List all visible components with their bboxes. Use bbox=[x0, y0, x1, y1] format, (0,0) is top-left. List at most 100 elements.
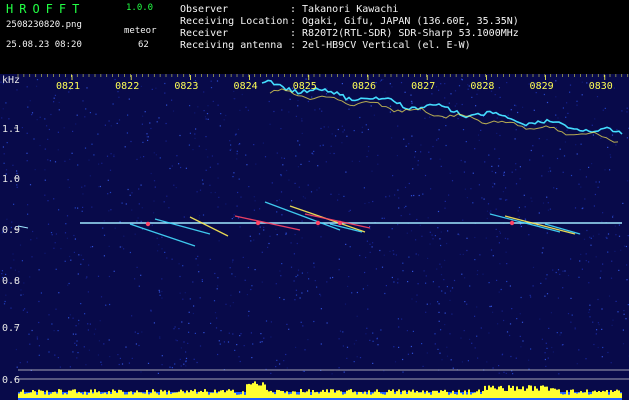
noise-dot bbox=[398, 207, 400, 209]
noise-dot bbox=[498, 158, 500, 160]
noise-dot bbox=[540, 282, 542, 284]
spectrum-bar bbox=[228, 389, 230, 398]
noise-dot bbox=[255, 163, 257, 165]
noise-dot bbox=[89, 323, 91, 325]
spectrum-bar bbox=[396, 391, 398, 398]
noise-dot bbox=[159, 336, 161, 338]
spectrum-bar bbox=[488, 385, 490, 398]
spectrum-bar bbox=[80, 393, 82, 398]
spectrum-bar bbox=[554, 388, 556, 398]
noise-dot bbox=[353, 343, 355, 345]
noise-dot bbox=[579, 260, 581, 262]
noise-dot bbox=[123, 248, 125, 250]
noise-dot bbox=[261, 281, 263, 283]
noise-dot bbox=[592, 321, 594, 323]
noise-dot bbox=[441, 290, 443, 292]
noise-dot bbox=[98, 163, 100, 165]
noise-dot bbox=[367, 308, 369, 310]
noise-dot bbox=[591, 124, 593, 126]
noise-dot bbox=[397, 278, 399, 280]
noise-dot bbox=[71, 152, 73, 154]
noise-dot bbox=[3, 153, 5, 155]
noise-dot bbox=[203, 91, 205, 93]
noise-dot bbox=[356, 356, 358, 358]
noise-dot bbox=[210, 192, 212, 194]
noise-dot bbox=[26, 361, 28, 363]
noise-dot bbox=[574, 328, 576, 330]
noise-dot bbox=[555, 80, 557, 82]
spectrum-bar bbox=[82, 394, 84, 398]
spectrum-bar bbox=[124, 394, 126, 398]
noise-dot bbox=[417, 254, 420, 256]
spectrum-bar bbox=[308, 389, 310, 398]
noise-dot bbox=[345, 171, 347, 173]
noise-dot bbox=[204, 116, 207, 118]
noise-dot bbox=[438, 303, 440, 305]
axis-ticks bbox=[14, 74, 629, 380]
spectrum-bar bbox=[328, 392, 330, 398]
noise-dot bbox=[426, 303, 428, 305]
noise-dot bbox=[511, 171, 513, 173]
noise-dot bbox=[317, 165, 319, 167]
noise-dot bbox=[77, 352, 79, 354]
noise-dot bbox=[246, 164, 248, 166]
noise-dot bbox=[263, 226, 265, 228]
noise-dot bbox=[528, 359, 530, 361]
noise-dot bbox=[384, 292, 386, 295]
noise-dot bbox=[51, 323, 53, 325]
noise-dot bbox=[237, 128, 239, 130]
noise-dot bbox=[161, 236, 163, 238]
noise-dot bbox=[464, 301, 466, 303]
noise-dot bbox=[290, 266, 293, 268]
noise-dot bbox=[313, 320, 315, 323]
noise-dot bbox=[419, 224, 421, 226]
noise-dot bbox=[546, 274, 548, 276]
noise-dot bbox=[136, 220, 138, 222]
noise-dot bbox=[282, 164, 284, 166]
spectrum-bar bbox=[326, 389, 328, 398]
noise-dot bbox=[622, 343, 625, 345]
noise-dot bbox=[448, 194, 450, 196]
noise-dot bbox=[403, 207, 406, 209]
noise-dot bbox=[439, 352, 441, 354]
noise-dot bbox=[261, 251, 263, 253]
noise-dot bbox=[318, 187, 320, 189]
noise-dot bbox=[486, 217, 488, 220]
noise-dot bbox=[141, 331, 143, 333]
spectrum-bar bbox=[602, 390, 604, 398]
noise-dot bbox=[320, 308, 322, 310]
noise-dot bbox=[157, 372, 159, 374]
noise-dot bbox=[612, 214, 614, 217]
noise-dot bbox=[410, 345, 412, 348]
spectrum-bar bbox=[190, 390, 192, 398]
noise-dot bbox=[586, 229, 588, 232]
spectrum-bar bbox=[102, 393, 104, 398]
noise-dot bbox=[281, 263, 283, 265]
noise-dot bbox=[441, 359, 443, 361]
noise-dot bbox=[607, 251, 609, 253]
noise-dot bbox=[578, 183, 580, 185]
noise-dot bbox=[501, 353, 504, 355]
noise-dot bbox=[454, 90, 457, 92]
noise-dot bbox=[165, 140, 167, 142]
noise-dot bbox=[100, 361, 102, 363]
noise-dot bbox=[188, 331, 190, 333]
noise-dot bbox=[499, 134, 501, 137]
noise-dot bbox=[555, 96, 557, 98]
time-label: 0825 bbox=[293, 81, 317, 92]
noise-dot bbox=[503, 371, 505, 373]
spectrum-bar bbox=[590, 394, 592, 398]
noise-dot bbox=[281, 109, 283, 111]
noise-dot bbox=[626, 107, 628, 109]
noise-dot bbox=[319, 293, 321, 295]
noise-dot bbox=[496, 279, 498, 281]
noise-dot bbox=[118, 96, 120, 98]
noise-dot bbox=[498, 87, 500, 89]
noise-dot bbox=[185, 365, 187, 367]
noise-dot bbox=[562, 171, 564, 173]
noise-dot bbox=[521, 321, 524, 323]
spectrum-bar bbox=[406, 394, 408, 398]
noise-dot bbox=[285, 353, 287, 356]
noise-dot bbox=[546, 293, 549, 295]
noise-dot bbox=[82, 193, 84, 195]
